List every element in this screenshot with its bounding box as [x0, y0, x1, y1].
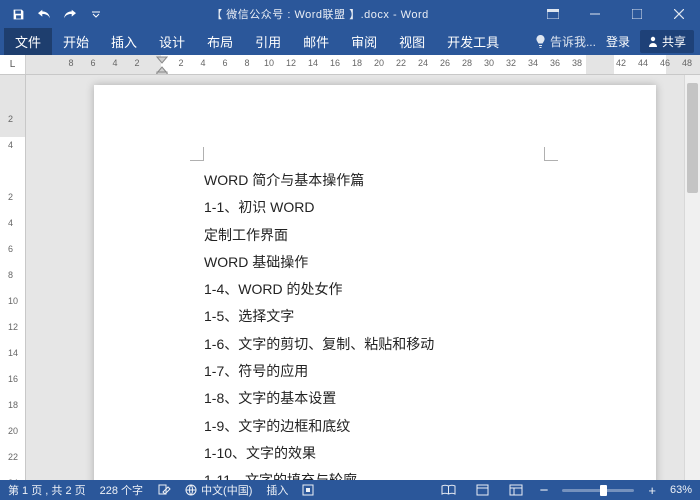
page-indicator[interactable]: 第 1 页 , 共 2 页 [8, 482, 86, 498]
ribbon-display-button[interactable] [532, 0, 574, 28]
tell-me-search[interactable]: 告诉我... [535, 33, 596, 50]
read-mode-button[interactable] [438, 484, 459, 496]
quick-access-toolbar [0, 2, 108, 26]
tab-stop-selector[interactable]: L [0, 55, 26, 74]
web-layout-button[interactable] [506, 484, 526, 496]
horizontal-ruler-bar: L 86422468101214161820222426283032343638… [0, 55, 700, 75]
language-indicator[interactable]: 中文(中国) [185, 482, 252, 498]
tab-home[interactable]: 开始 [52, 28, 100, 55]
vertical-ruler[interactable]: 2424681012141618202224 [0, 75, 26, 480]
globe-icon [185, 484, 197, 496]
status-bar: 第 1 页 , 共 2 页 228 个字 中文(中国) 插入 − + 63% [0, 480, 700, 500]
text-line[interactable]: 定制工作界面 [204, 222, 576, 249]
zoom-slider-thumb[interactable] [600, 485, 607, 496]
tab-file[interactable]: 文件 [4, 28, 52, 55]
hanging-indent-marker[interactable] [156, 65, 168, 74]
text-line[interactable]: 1-4、WORD 的处女作 [204, 276, 576, 303]
qat-customize-button[interactable] [84, 2, 108, 26]
text-line[interactable]: WORD 基础操作 [204, 249, 576, 276]
proofing-button[interactable] [157, 484, 171, 497]
tab-mail[interactable]: 邮件 [292, 28, 340, 55]
macro-button[interactable] [302, 484, 314, 496]
text-line[interactable]: 1-5、选择文字 [204, 303, 576, 330]
margin-crop-mark [190, 147, 204, 161]
zoom-level[interactable]: 63% [670, 484, 692, 496]
word-count[interactable]: 228 个字 [100, 482, 143, 498]
person-icon [648, 36, 658, 47]
zoom-in-button[interactable]: + [648, 483, 656, 498]
undo-button[interactable] [32, 2, 56, 26]
document-body[interactable]: WORD 简介与基本操作篇1-1、初识 WORD定制工作界面WORD 基础操作1… [204, 167, 576, 480]
tab-design[interactable]: 设计 [148, 28, 196, 55]
maximize-button[interactable] [616, 0, 658, 28]
horizontal-ruler[interactable]: 8642246810121416182022242628303234363842… [26, 55, 700, 74]
tab-developer[interactable]: 开发工具 [436, 28, 510, 55]
text-line[interactable]: 1-6、文字的剪切、复制、粘贴和移动 [204, 331, 576, 358]
zoom-slider[interactable] [562, 489, 634, 492]
ribbon-tabs: 文件 开始 插入 设计 布局 引用 邮件 审阅 视图 开发工具 告诉我... 登… [0, 28, 700, 55]
margin-crop-mark [544, 147, 558, 161]
text-line[interactable]: 1-1、初识 WORD [204, 194, 576, 221]
document-canvas[interactable]: WORD 简介与基本操作篇1-1、初识 WORD定制工作界面WORD 基础操作1… [26, 75, 700, 480]
window-title: 【 微信公众号 : Word联盟 】.docx - Word [108, 6, 532, 22]
insert-mode[interactable]: 插入 [266, 482, 288, 498]
tab-layout[interactable]: 布局 [196, 28, 244, 55]
tab-insert[interactable]: 插入 [100, 28, 148, 55]
login-button[interactable]: 登录 [600, 33, 636, 50]
text-line[interactable]: WORD 简介与基本操作篇 [204, 167, 576, 194]
text-line[interactable]: 1-8、文字的基本设置 [204, 385, 576, 412]
save-button[interactable] [6, 2, 30, 26]
close-button[interactable] [658, 0, 700, 28]
tab-references[interactable]: 引用 [244, 28, 292, 55]
text-line[interactable]: 1-10、文字的效果 [204, 440, 576, 467]
scrollbar-thumb[interactable] [687, 83, 698, 193]
tab-view[interactable]: 视图 [388, 28, 436, 55]
text-line[interactable]: 1-7、符号的应用 [204, 358, 576, 385]
print-layout-button[interactable] [473, 484, 492, 496]
vertical-scrollbar[interactable] [684, 75, 700, 480]
title-bar: 【 微信公众号 : Word联盟 】.docx - Word [0, 0, 700, 28]
tab-review[interactable]: 审阅 [340, 28, 388, 55]
redo-button[interactable] [58, 2, 82, 26]
text-line[interactable]: 1-11、文字的填充与轮廓 [204, 467, 576, 480]
text-line[interactable]: 1-9、文字的边框和底纹 [204, 413, 576, 440]
zoom-out-button[interactable]: − [540, 482, 549, 499]
minimize-button[interactable] [574, 0, 616, 28]
share-button[interactable]: 共享 [640, 30, 694, 53]
document-area: 2424681012141618202224 WORD 简介与基本操作篇1-1、… [0, 75, 700, 480]
window-controls [532, 0, 700, 28]
bulb-icon [535, 35, 546, 48]
page[interactable]: WORD 简介与基本操作篇1-1、初识 WORD定制工作界面WORD 基础操作1… [94, 85, 656, 480]
